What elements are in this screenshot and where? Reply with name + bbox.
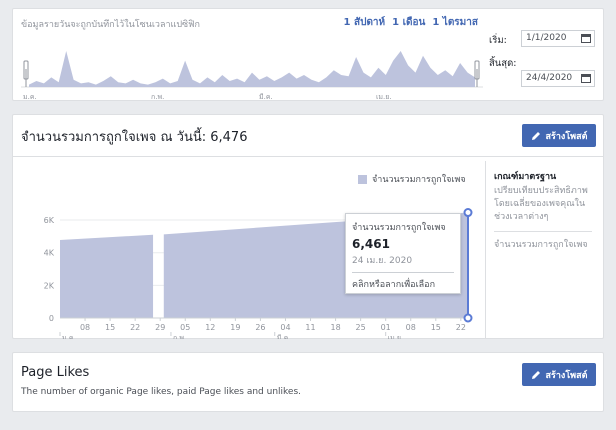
end-date-field[interactable]: 24/4/2020 [521,70,595,87]
tooltip-title: จำนวนรวมการถูกใจเพจ [352,223,446,233]
hover-point-base[interactable] [463,313,473,323]
x-tick-label: 18 [330,323,340,332]
hover-point[interactable] [463,208,473,218]
create-post-button[interactable]: สร้างโพสต์ [522,124,596,147]
chart-tooltip: จำนวนรวมการถูกใจเพจ 6,461 24 เม.ย. 2020 … [345,213,461,294]
x-tick-label: 08 [80,323,90,332]
mini-timeline[interactable]: ม.ค. ก.พ. มี.ค. เม.ย. [21,29,483,101]
x-tick-label: 26 [255,323,265,332]
x-tick-label: 12 [205,323,215,332]
benchmark-item[interactable]: จำนวนรวมการถูกใจเพจ [494,239,592,252]
end-date-value: 24/4/2020 [526,73,573,83]
pencil-icon [531,131,540,140]
range-month-link[interactable]: 1 เดือน [392,15,425,30]
y-tick-label: 2K [44,281,55,290]
start-date-field[interactable]: 1/1/2020 [521,30,595,47]
x-month-label: ก.พ. [173,334,186,339]
x-tick-label: 01 [381,323,391,332]
divider [494,231,592,232]
end-label: สิ้นสุด: [489,58,517,69]
create-post-button[interactable]: สร้างโพสต์ [522,363,596,386]
x-month-label: เม.ย. [388,334,404,339]
date-range-card: ข้อมูลรายวันจะถูกบันทึกไว้ในโซนเวลาแปซิฟ… [12,8,604,101]
mini-month-label: ก.พ. [151,93,164,101]
page-likes-card: Page Likes The number of organic Page li… [12,352,604,412]
x-tick-label: 29 [155,323,165,332]
x-tick-label: 22 [456,323,466,332]
benchmark-panel: เกณฑ์มาตรฐาน เปรียบเทียบประสิทธิภาพโดยเฉ… [485,161,600,339]
y-tick-label: 4K [44,249,55,258]
tooltip-date: 24 เม.ย. 2020 [352,256,413,266]
x-tick-label: 08 [406,323,416,332]
x-tick-label: 15 [105,323,115,332]
start-label: เริ่ม: [489,35,507,46]
pencil-icon [531,370,540,379]
calendar-icon[interactable] [581,74,591,83]
y-tick-label: 6K [44,216,55,225]
x-tick-label: 04 [280,323,290,332]
chart-legend[interactable]: จำนวนรวมการถูกใจเพจ [358,172,466,186]
x-tick-label: 11 [305,323,315,332]
mini-month-label: เม.ย. [376,93,392,101]
total-page-likes-card: จำนวนรวมการถูกใจเพจ ณ วันนี้: 6,476 สร้า… [12,114,604,339]
x-tick-label: 22 [130,323,140,332]
x-tick-label: 25 [356,323,366,332]
create-post-label: สร้างโพสต์ [545,131,588,142]
x-tick-label: 19 [230,323,240,332]
x-month-label: ม.ค. [62,334,76,339]
range-quarter-link[interactable]: 1 ไตรมาส [432,15,478,30]
x-month-label: มี.ค. [277,334,291,339]
page-likes-subtitle: The number of organic Page likes, paid P… [21,387,302,397]
tooltip-value: 6,461 [352,237,390,251]
create-post-label: สร้างโพสต์ [545,370,588,381]
benchmark-text: เปรียบเทียบประสิทธิภาพโดยเฉลี่ยของเพจคุณ… [494,186,588,222]
range-week-link[interactable]: 1 สัปดาห์ [344,15,386,30]
y-tick-label: 0 [49,314,54,323]
divider [13,156,603,157]
x-tick-label: 15 [431,323,441,332]
calendar-icon[interactable] [581,34,591,43]
total-likes-header: จำนวนรวมการถูกใจเพจ ณ วันนี้: 6,476 [21,130,248,145]
page-likes-title: Page Likes [21,365,90,380]
tooltip-hint: คลิกหรือลากเพื่อเลือก [352,272,454,291]
mini-month-label: ม.ค. [23,93,37,101]
start-date-value: 1/1/2020 [526,33,567,43]
legend-swatch [358,174,367,184]
legend-label: จำนวนรวมการถูกใจเพจ [372,175,466,185]
area-segment [60,234,154,318]
benchmark-title: เกณฑ์มาตรฐาน [494,172,557,182]
range-presets: 1 สัปดาห์ 1 เดือน 1 ไตรมาส [344,15,478,30]
mini-activity-area [29,51,475,87]
mini-month-label: มี.ค. [259,93,273,101]
x-tick-label: 05 [180,323,190,332]
